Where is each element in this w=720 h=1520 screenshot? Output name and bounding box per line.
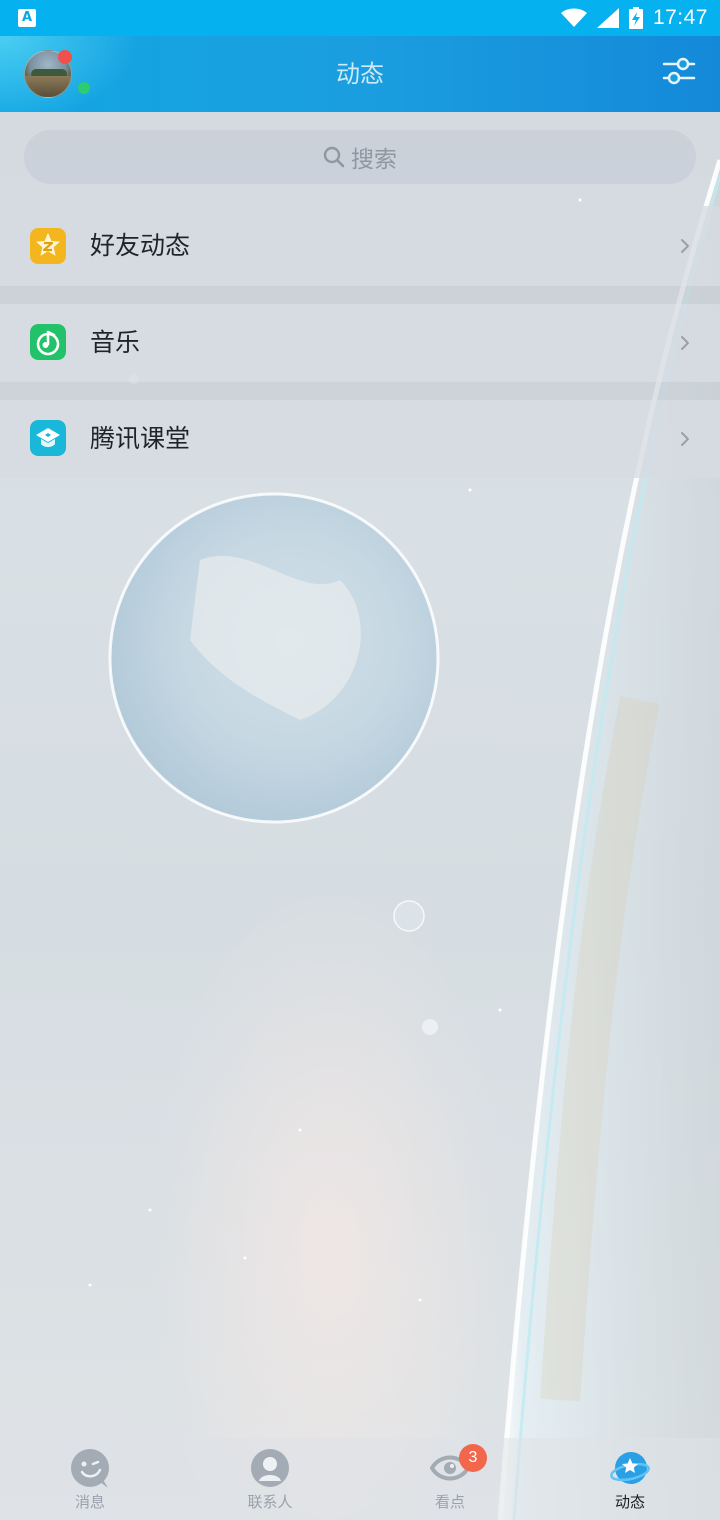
title-bar: 动态 bbox=[0, 36, 720, 112]
bottom-tab-bar: 消息 联系人 看点 动态 bbox=[0, 1438, 720, 1520]
music-note-icon bbox=[30, 324, 66, 360]
search-bar[interactable]: 搜索 bbox=[24, 130, 696, 184]
signal-icon bbox=[596, 8, 619, 28]
graduation-cap-icon bbox=[30, 420, 66, 456]
status-bar: A 17:47 bbox=[0, 0, 720, 36]
planet-star-icon bbox=[610, 1452, 650, 1484]
qzone-star-icon bbox=[30, 228, 66, 264]
list-item-friend-feed[interactable]: 好友动态 bbox=[0, 206, 720, 286]
clock: 17:47 bbox=[652, 6, 708, 29]
list-item-tencent-classroom[interactable]: 腾讯课堂 bbox=[0, 400, 720, 478]
search-placeholder: 搜索 bbox=[351, 147, 397, 173]
tab-kandian[interactable]: 看点 bbox=[360, 1438, 540, 1520]
wifi-icon bbox=[560, 8, 587, 27]
contact-person-icon bbox=[251, 1449, 289, 1487]
tab-label: 联系人 bbox=[247, 1493, 293, 1511]
page-title: 动态 bbox=[336, 60, 384, 88]
kandian-badge: 3 bbox=[459, 1444, 487, 1472]
message-face-icon bbox=[71, 1449, 109, 1488]
battery-charging-icon bbox=[628, 7, 643, 29]
search-icon bbox=[323, 146, 345, 168]
chevron-right-icon bbox=[681, 432, 689, 446]
tab-label: 看点 bbox=[434, 1493, 465, 1511]
chevron-right-icon bbox=[681, 239, 689, 253]
chevron-right-icon bbox=[681, 336, 689, 350]
tab-messages[interactable]: 消息 bbox=[0, 1438, 180, 1520]
tab-dynamics[interactable]: 动态 bbox=[540, 1438, 720, 1520]
tab-label: 消息 bbox=[74, 1493, 105, 1511]
list-item-music[interactable]: 音乐 bbox=[0, 304, 720, 382]
list-divider bbox=[0, 382, 720, 400]
list-item-label: 好友动态 bbox=[90, 231, 191, 260]
notification-app-icon: A bbox=[18, 9, 36, 27]
list-divider bbox=[0, 286, 720, 304]
tab-contacts[interactable]: 联系人 bbox=[180, 1438, 360, 1520]
tab-label: 动态 bbox=[614, 1493, 645, 1511]
settings-sliders-icon[interactable] bbox=[662, 54, 696, 88]
list-item-label: 音乐 bbox=[90, 328, 141, 357]
list-item-label: 腾讯课堂 bbox=[90, 424, 191, 453]
